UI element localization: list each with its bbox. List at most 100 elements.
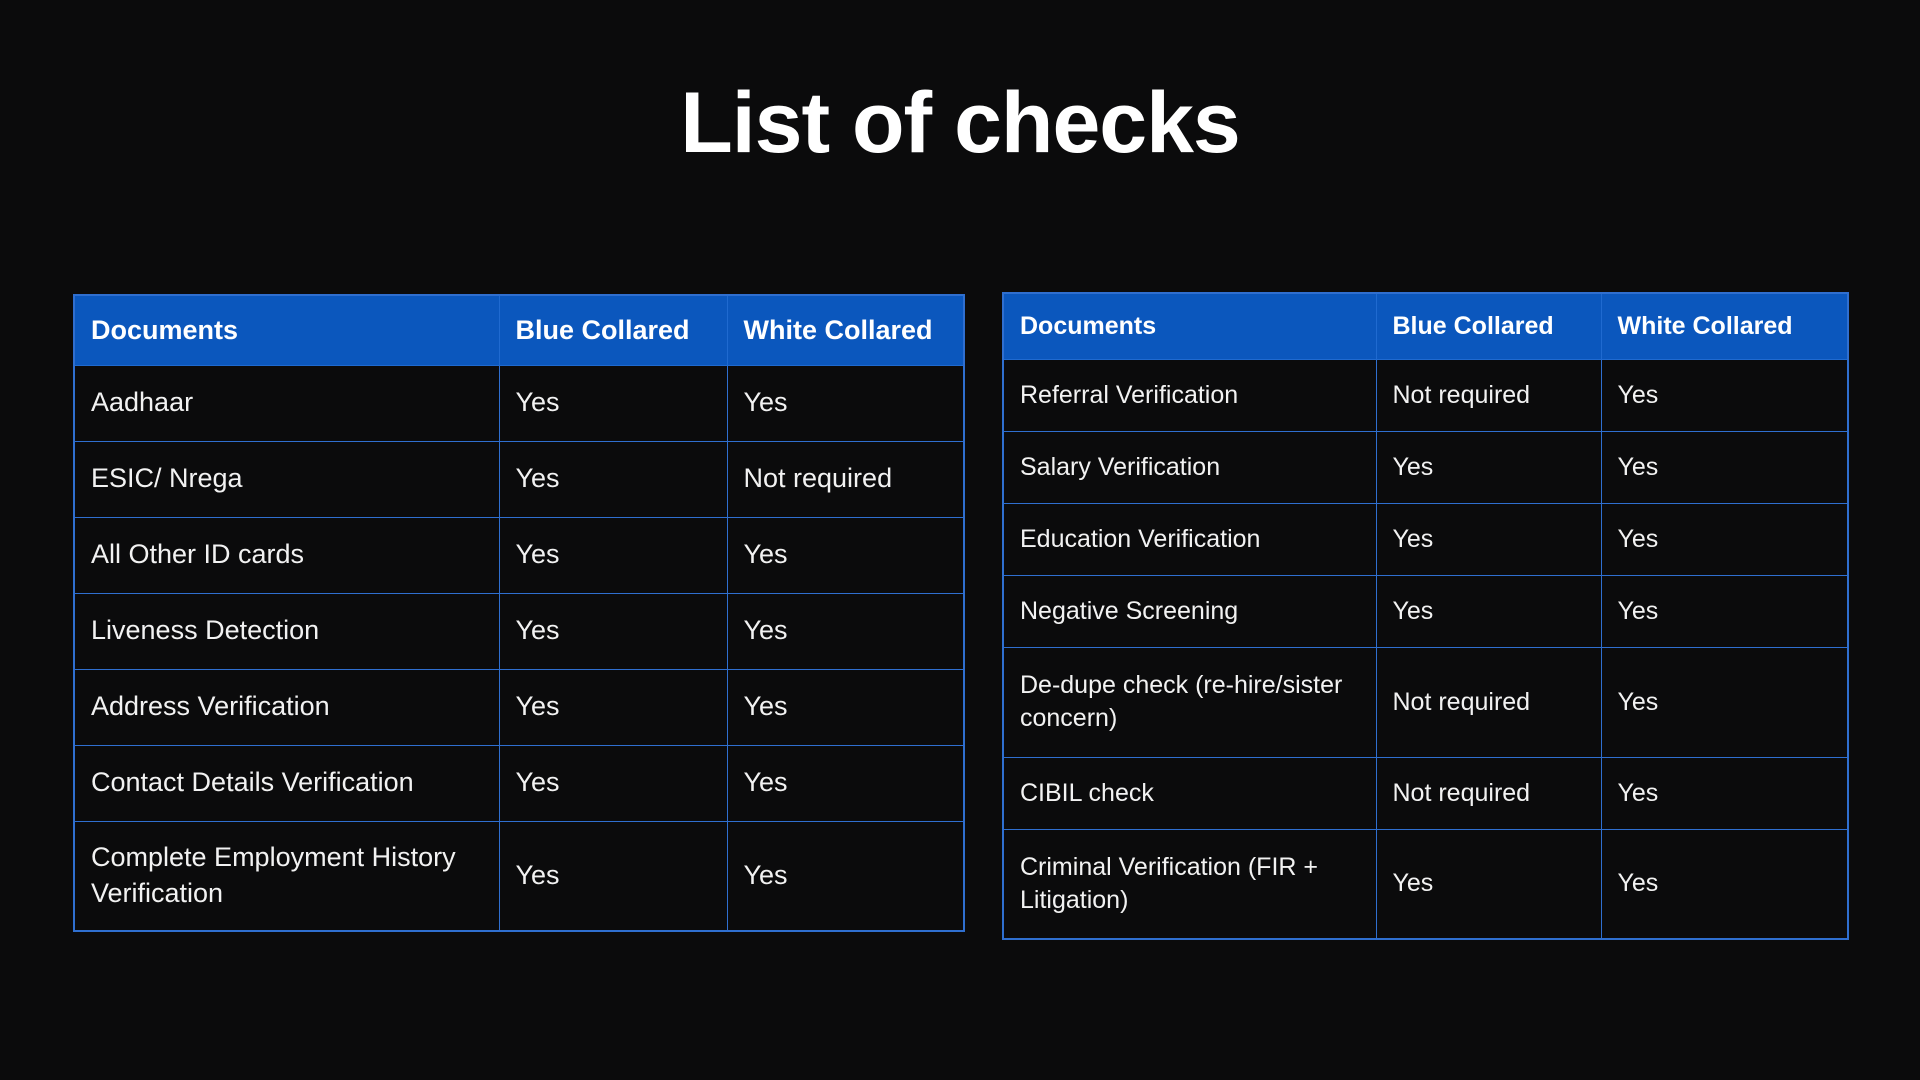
column-header-blue-collared: Blue Collared xyxy=(1375,292,1602,360)
table-row: Liveness Detection Yes Yes xyxy=(73,592,965,670)
cell-text: De-dupe check (re-hire/sister concern) xyxy=(1020,671,1343,732)
cell-text: Yes xyxy=(1392,524,1434,553)
table-row: Address Verification Yes Yes xyxy=(73,668,965,746)
cell-text: Yes xyxy=(1617,778,1659,807)
column-header-white-collared: White Collared xyxy=(1600,292,1849,360)
cell-text: Yes xyxy=(515,463,560,494)
table-row: Salary Verification Yes Yes xyxy=(1002,430,1849,504)
table-left-body: Aadhaar Yes Yes ESIC/ Nrega Yes Not requ… xyxy=(73,364,965,932)
table-row: CIBIL check Not required Yes xyxy=(1002,756,1849,830)
cell-text: Salary Verification xyxy=(1020,452,1221,481)
cell-document: ESIC/ Nrega xyxy=(73,440,500,518)
cell-white-collared: Yes xyxy=(726,820,965,932)
cell-white-collared: Yes xyxy=(1600,502,1849,576)
cell-text: Yes xyxy=(1617,452,1659,481)
table-right-body: Referral Verification Not required Yes S… xyxy=(1002,358,1849,940)
cell-white-collared: Yes xyxy=(1600,430,1849,504)
cell-text: Yes xyxy=(1617,596,1659,625)
cell-text: Complete Employment History Verification xyxy=(91,842,456,908)
cell-text: Yes xyxy=(515,387,560,418)
cell-text: Criminal Verification (FIR + Litigation) xyxy=(1020,852,1318,914)
cell-white-collared: Yes xyxy=(1600,574,1849,648)
cell-blue-collared: Not required xyxy=(1375,756,1602,830)
cell-document: Negative Screening xyxy=(1002,574,1377,648)
cell-blue-collared: Yes xyxy=(498,440,728,518)
cell-text: Liveness Detection xyxy=(91,615,320,646)
cell-text: Yes xyxy=(1392,869,1434,898)
cell-text: Referral Verification xyxy=(1020,380,1239,409)
cell-text: ESIC/ Nrega xyxy=(91,463,243,494)
table-row: Education Verification Yes Yes xyxy=(1002,502,1849,576)
cell-text: Yes xyxy=(515,539,560,570)
cell-document: CIBIL check xyxy=(1002,756,1377,830)
cell-white-collared: Yes xyxy=(1600,828,1849,940)
tables-container: Documents Blue Collared White Collared A… xyxy=(0,292,1920,972)
table-header-row: Documents Blue Collared White Collared xyxy=(73,294,965,366)
table-row: Criminal Verification (FIR + Litigation)… xyxy=(1002,828,1849,940)
cell-text: Yes xyxy=(515,691,560,722)
cell-blue-collared: Yes xyxy=(498,592,728,670)
table-right-header: Documents Blue Collared White Collared xyxy=(1002,292,1849,360)
cell-document: Aadhaar xyxy=(73,364,500,442)
cell-white-collared: Not required xyxy=(726,440,965,518)
cell-text: Not required xyxy=(1392,687,1531,716)
column-header-blue-collared: Blue Collared xyxy=(498,294,728,366)
cell-text: Address Verification xyxy=(91,691,330,722)
cell-text: Aadhaar xyxy=(91,387,194,418)
cell-blue-collared: Yes xyxy=(1375,430,1602,504)
cell-document: Criminal Verification (FIR + Litigation) xyxy=(1002,828,1377,940)
cell-white-collared: Yes xyxy=(726,364,965,442)
cell-text: Yes xyxy=(743,859,788,890)
cell-text: Contact Details Verification xyxy=(91,767,414,798)
cell-blue-collared: Yes xyxy=(498,668,728,746)
table-row: Aadhaar Yes Yes xyxy=(73,364,965,442)
cell-text: Negative Screening xyxy=(1020,596,1239,625)
column-header-white-collared: White Collared xyxy=(726,294,965,366)
cell-text: Yes xyxy=(515,615,560,646)
cell-text: Yes xyxy=(743,539,788,570)
cell-blue-collared: Yes xyxy=(1375,502,1602,576)
cell-white-collared: Yes xyxy=(1600,646,1849,758)
cell-white-collared: Yes xyxy=(726,744,965,822)
cell-document: De-dupe check (re-hire/sister concern) xyxy=(1002,646,1377,758)
cell-text: Yes xyxy=(1617,869,1659,898)
cell-blue-collared: Yes xyxy=(498,744,728,822)
cell-blue-collared: Yes xyxy=(498,516,728,594)
table-row: ESIC/ Nrega Yes Not required xyxy=(73,440,965,518)
cell-blue-collared: Yes xyxy=(1375,828,1602,940)
documents-checks-table-right: Documents Blue Collared White Collared R… xyxy=(1002,292,1849,940)
table-row: Referral Verification Not required Yes xyxy=(1002,358,1849,432)
table-left-header: Documents Blue Collared White Collared xyxy=(73,294,965,366)
cell-text: Yes xyxy=(743,691,788,722)
table-row: De-dupe check (re-hire/sister concern) N… xyxy=(1002,646,1849,758)
cell-document: Salary Verification xyxy=(1002,430,1377,504)
cell-blue-collared: Not required xyxy=(1375,358,1602,432)
cell-document: Referral Verification xyxy=(1002,358,1377,432)
cell-blue-collared: Yes xyxy=(498,364,728,442)
cell-blue-collared: Not required xyxy=(1375,646,1602,758)
cell-text: Not required xyxy=(1392,380,1531,409)
cell-text: Yes xyxy=(1617,380,1659,409)
cell-text: Yes xyxy=(1617,687,1659,716)
table-row: Complete Employment History Verification… xyxy=(73,820,965,932)
cell-text: All Other ID cards xyxy=(91,539,305,570)
cell-white-collared: Yes xyxy=(1600,756,1849,830)
cell-document: Education Verification xyxy=(1002,502,1377,576)
cell-white-collared: Yes xyxy=(726,592,965,670)
cell-document: All Other ID cards xyxy=(73,516,500,594)
cell-text: Not required xyxy=(743,463,893,494)
cell-document: Complete Employment History Verification xyxy=(73,820,500,932)
table-row: Contact Details Verification Yes Yes xyxy=(73,744,965,822)
cell-blue-collared: Yes xyxy=(498,820,728,932)
table-header-row: Documents Blue Collared White Collared xyxy=(1002,292,1849,360)
cell-text: Yes xyxy=(743,767,788,798)
cell-text: Yes xyxy=(1392,452,1434,481)
cell-document: Liveness Detection xyxy=(73,592,500,670)
cell-white-collared: Yes xyxy=(726,668,965,746)
table-row: Negative Screening Yes Yes xyxy=(1002,574,1849,648)
documents-checks-table-left: Documents Blue Collared White Collared A… xyxy=(73,294,965,932)
cell-text: Yes xyxy=(1617,524,1659,553)
table-row: All Other ID cards Yes Yes xyxy=(73,516,965,594)
cell-text: Not required xyxy=(1392,778,1531,807)
page-title: List of checks xyxy=(680,75,1241,171)
